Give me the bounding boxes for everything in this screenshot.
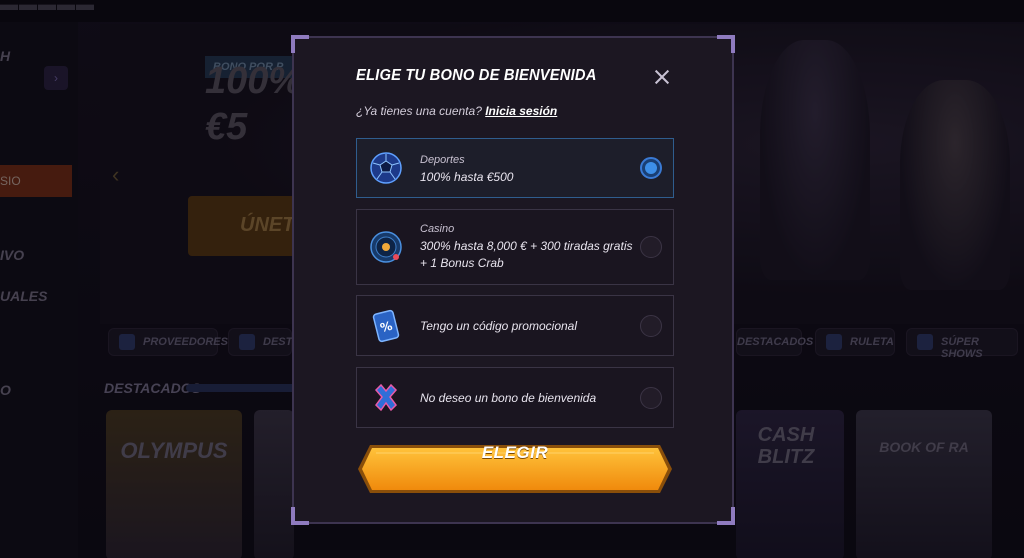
corner-ornament (291, 35, 309, 53)
account-prompt-text: ¿Ya tienes una cuenta? (356, 104, 482, 118)
bonus-option-detail: 300% hasta 8,000 € + 300 tiradas gratis (420, 239, 633, 253)
bonus-option-no-bonus[interactable]: No deseo un bono de bienvenida (356, 367, 674, 428)
login-link[interactable]: Inicia sesión (485, 104, 557, 118)
radio-selected[interactable] (640, 157, 662, 179)
bonus-option-text: Deportes 100% hasta €500 (420, 152, 513, 186)
choose-button-label: ELEGIR (481, 443, 549, 462)
bonus-option-sports[interactable]: Deportes 100% hasta €500 (356, 138, 674, 198)
bonus-option-title: Casino (420, 223, 455, 235)
bonus-option-title: No deseo un bono de bienvenida (420, 391, 597, 405)
soccer-ball-icon (370, 152, 402, 184)
promo-ticket-icon: % (372, 309, 400, 343)
corner-ornament (717, 507, 735, 525)
radio-unselected[interactable] (640, 387, 662, 409)
roulette-wheel-icon (370, 231, 402, 263)
bonus-option-title: Deportes (420, 154, 465, 166)
bonus-option-detail: + 1 Bonus Crab (420, 256, 504, 270)
close-icon[interactable] (649, 64, 675, 90)
corner-ornament (291, 507, 309, 525)
radio-unselected[interactable] (640, 236, 662, 258)
bonus-option-text: Casino 300% hasta 8,000 € + 300 tiradas … (420, 221, 632, 272)
bonus-option-casino[interactable]: Casino 300% hasta 8,000 € + 300 tiradas … (356, 209, 674, 285)
bonus-option-title: Tengo un código promocional (420, 319, 578, 333)
bonus-option-detail: 100% hasta €500 (420, 170, 514, 184)
welcome-bonus-modal: ELIGE TU BONO DE BIENVENIDA ¿Ya tienes u… (291, 35, 735, 525)
radio-unselected[interactable] (640, 315, 662, 337)
choose-button[interactable]: ELEGIR (356, 443, 674, 495)
account-prompt: ¿Ya tienes una cuenta? Inicia sesión (356, 104, 557, 118)
corner-ornament (717, 35, 735, 53)
modal-title: ELIGE TU BONO DE BIENVENIDA (356, 67, 597, 84)
bonus-option-promo-code[interactable]: % Tengo un código promocional (356, 295, 674, 356)
x-mark-icon (374, 383, 398, 412)
